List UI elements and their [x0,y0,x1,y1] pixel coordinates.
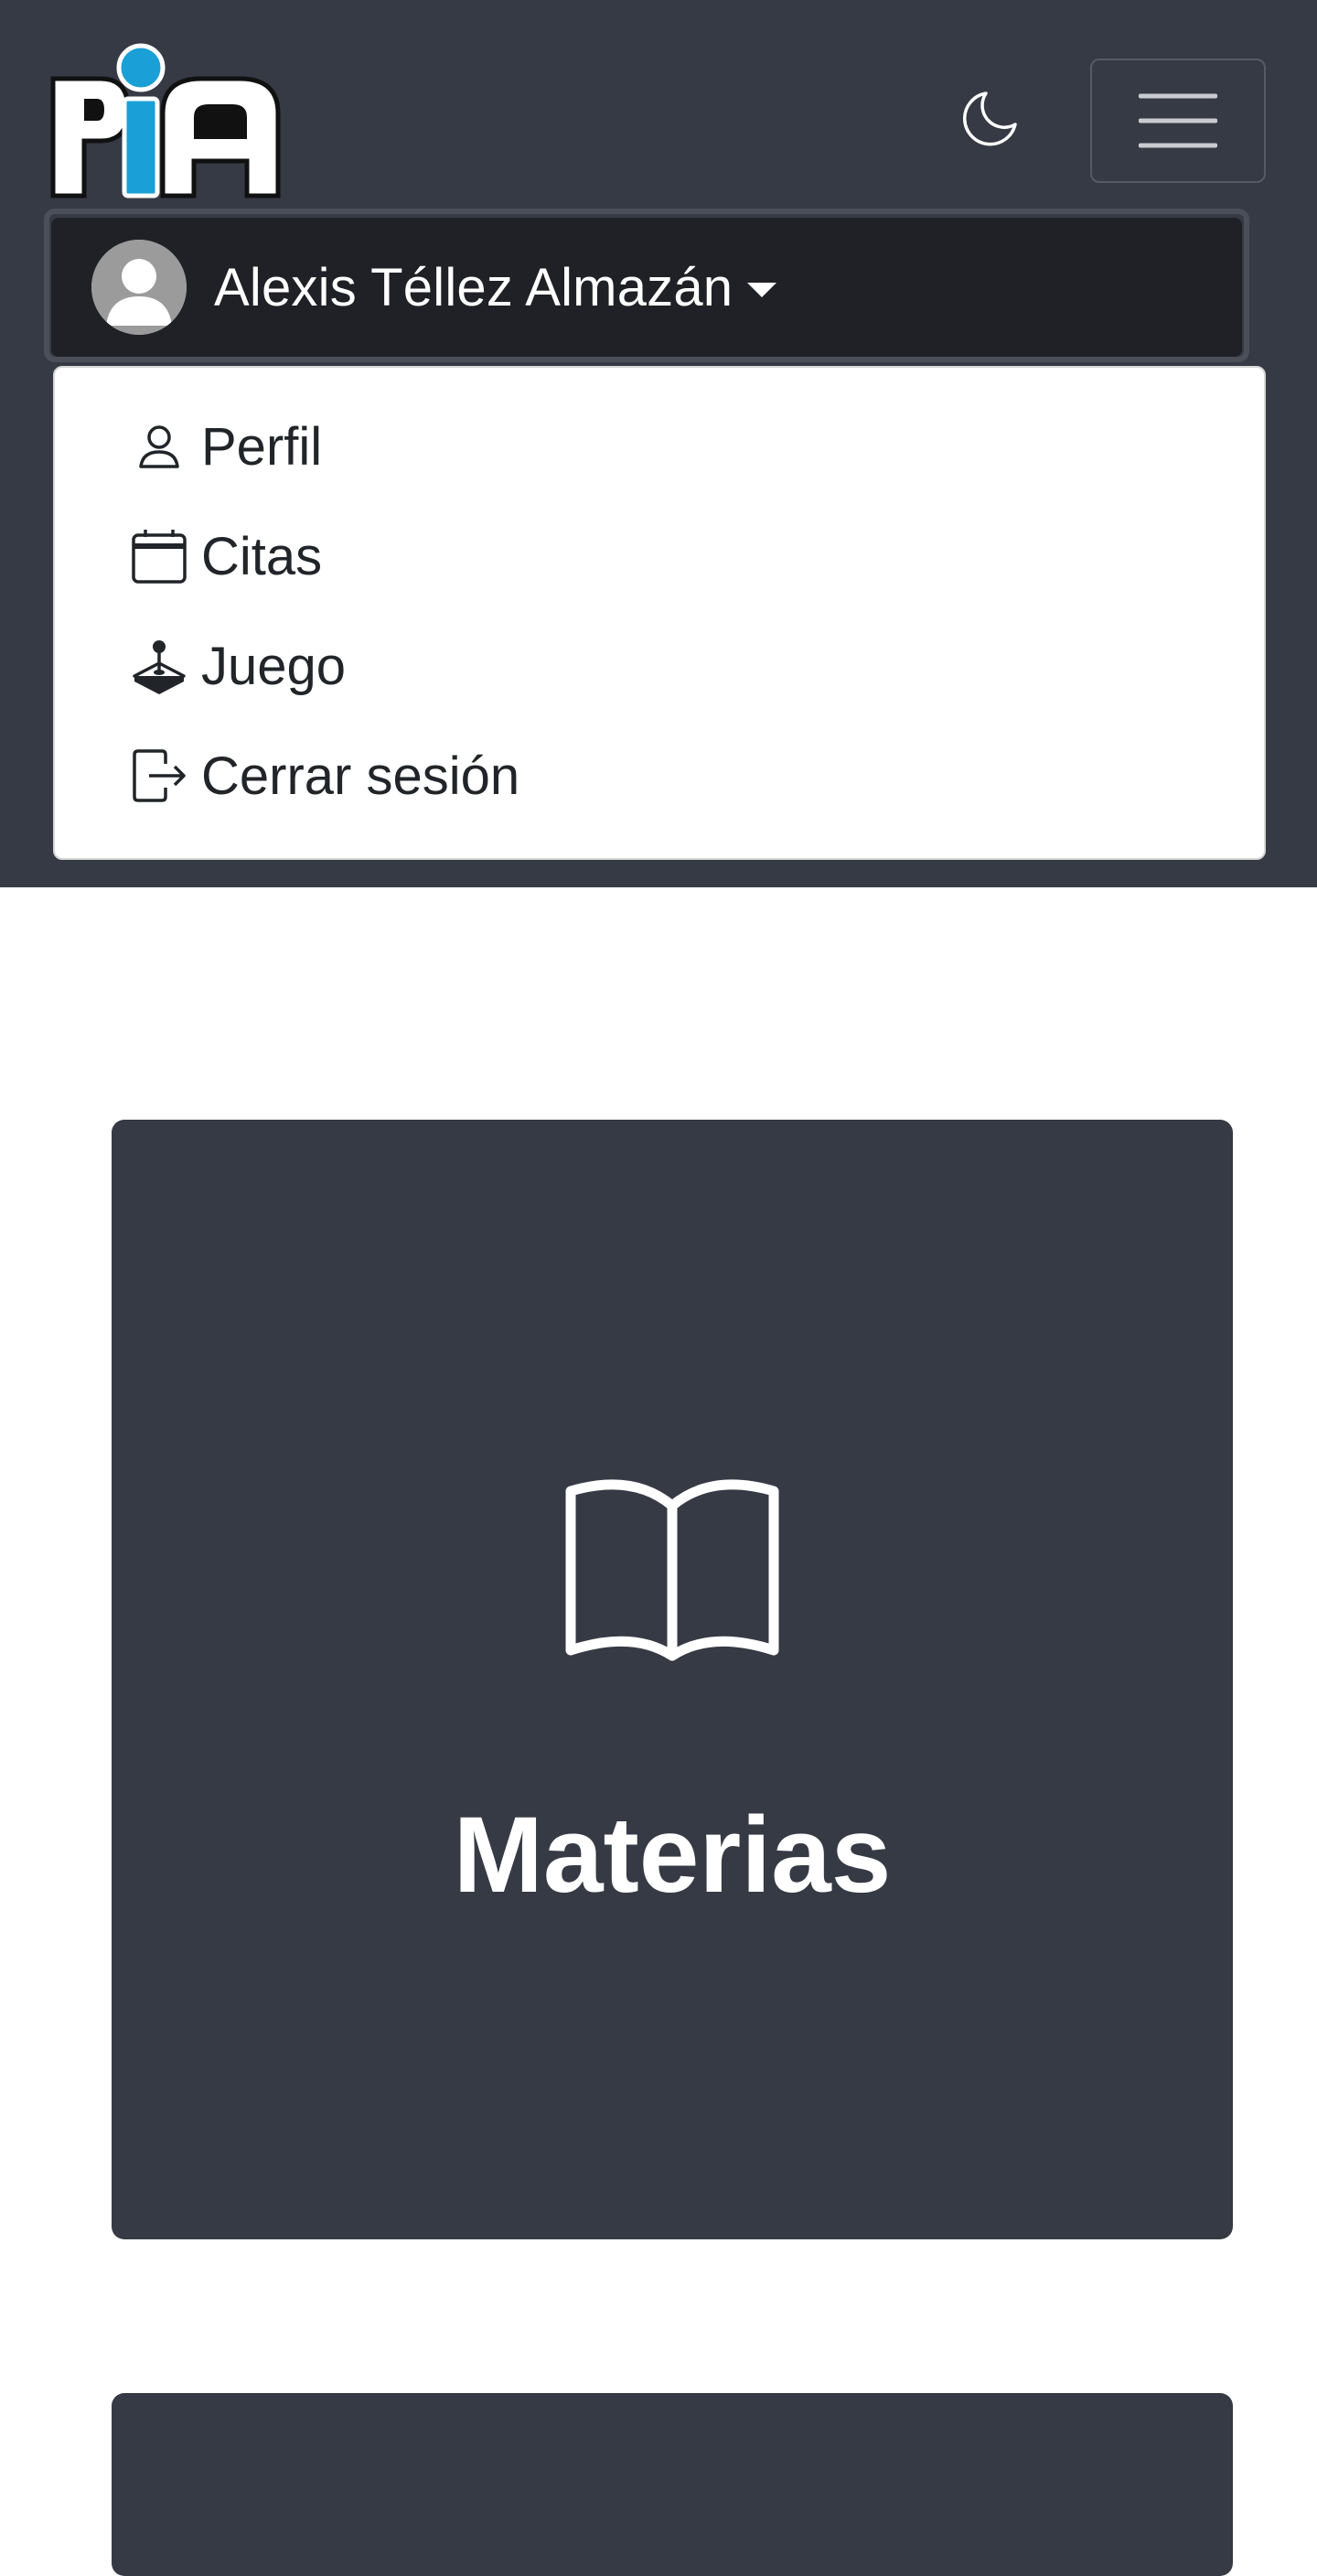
pia-logo[interactable] [48,40,287,203]
moon-icon [962,91,1017,146]
menu-item-juego[interactable]: Juego [55,611,1264,721]
menu-item-label: Cerrar sesión [201,746,520,806]
theme-toggle-button[interactable] [958,84,1024,150]
logout-icon [130,746,188,805]
menu-item-cerrar-sesion[interactable]: Cerrar sesión [55,721,1264,831]
calendar-icon [130,527,188,585]
user-dropdown-menu: Perfil Citas Juego Cerrar sesión [53,366,1266,860]
menu-item-citas[interactable]: Citas [55,501,1264,611]
menu-item-label: Citas [201,526,323,586]
user-dropdown-toggle[interactable]: Alexis Téllez Almazán [51,218,1242,357]
user-avatar-icon [91,240,187,335]
caret-down-icon [747,283,777,297]
menu-item-perfil[interactable]: Perfil [55,392,1264,501]
joystick-icon [130,637,188,695]
navbar: Alexis Téllez Almazán Perfil Citas Juego… [0,0,1317,887]
open-book-icon [565,1479,779,1661]
menu-item-label: Perfil [201,416,323,477]
person-icon [130,417,188,476]
navbar-toggler-button[interactable] [1090,59,1266,183]
card-title: Materias [453,1795,892,1916]
user-name: Alexis Téllez Almazán [214,257,733,317]
hamburger-icon [1139,93,1217,148]
card-next[interactable] [112,2393,1233,2576]
menu-item-label: Juego [201,636,347,696]
card-materias[interactable]: Materias [112,1120,1233,2239]
